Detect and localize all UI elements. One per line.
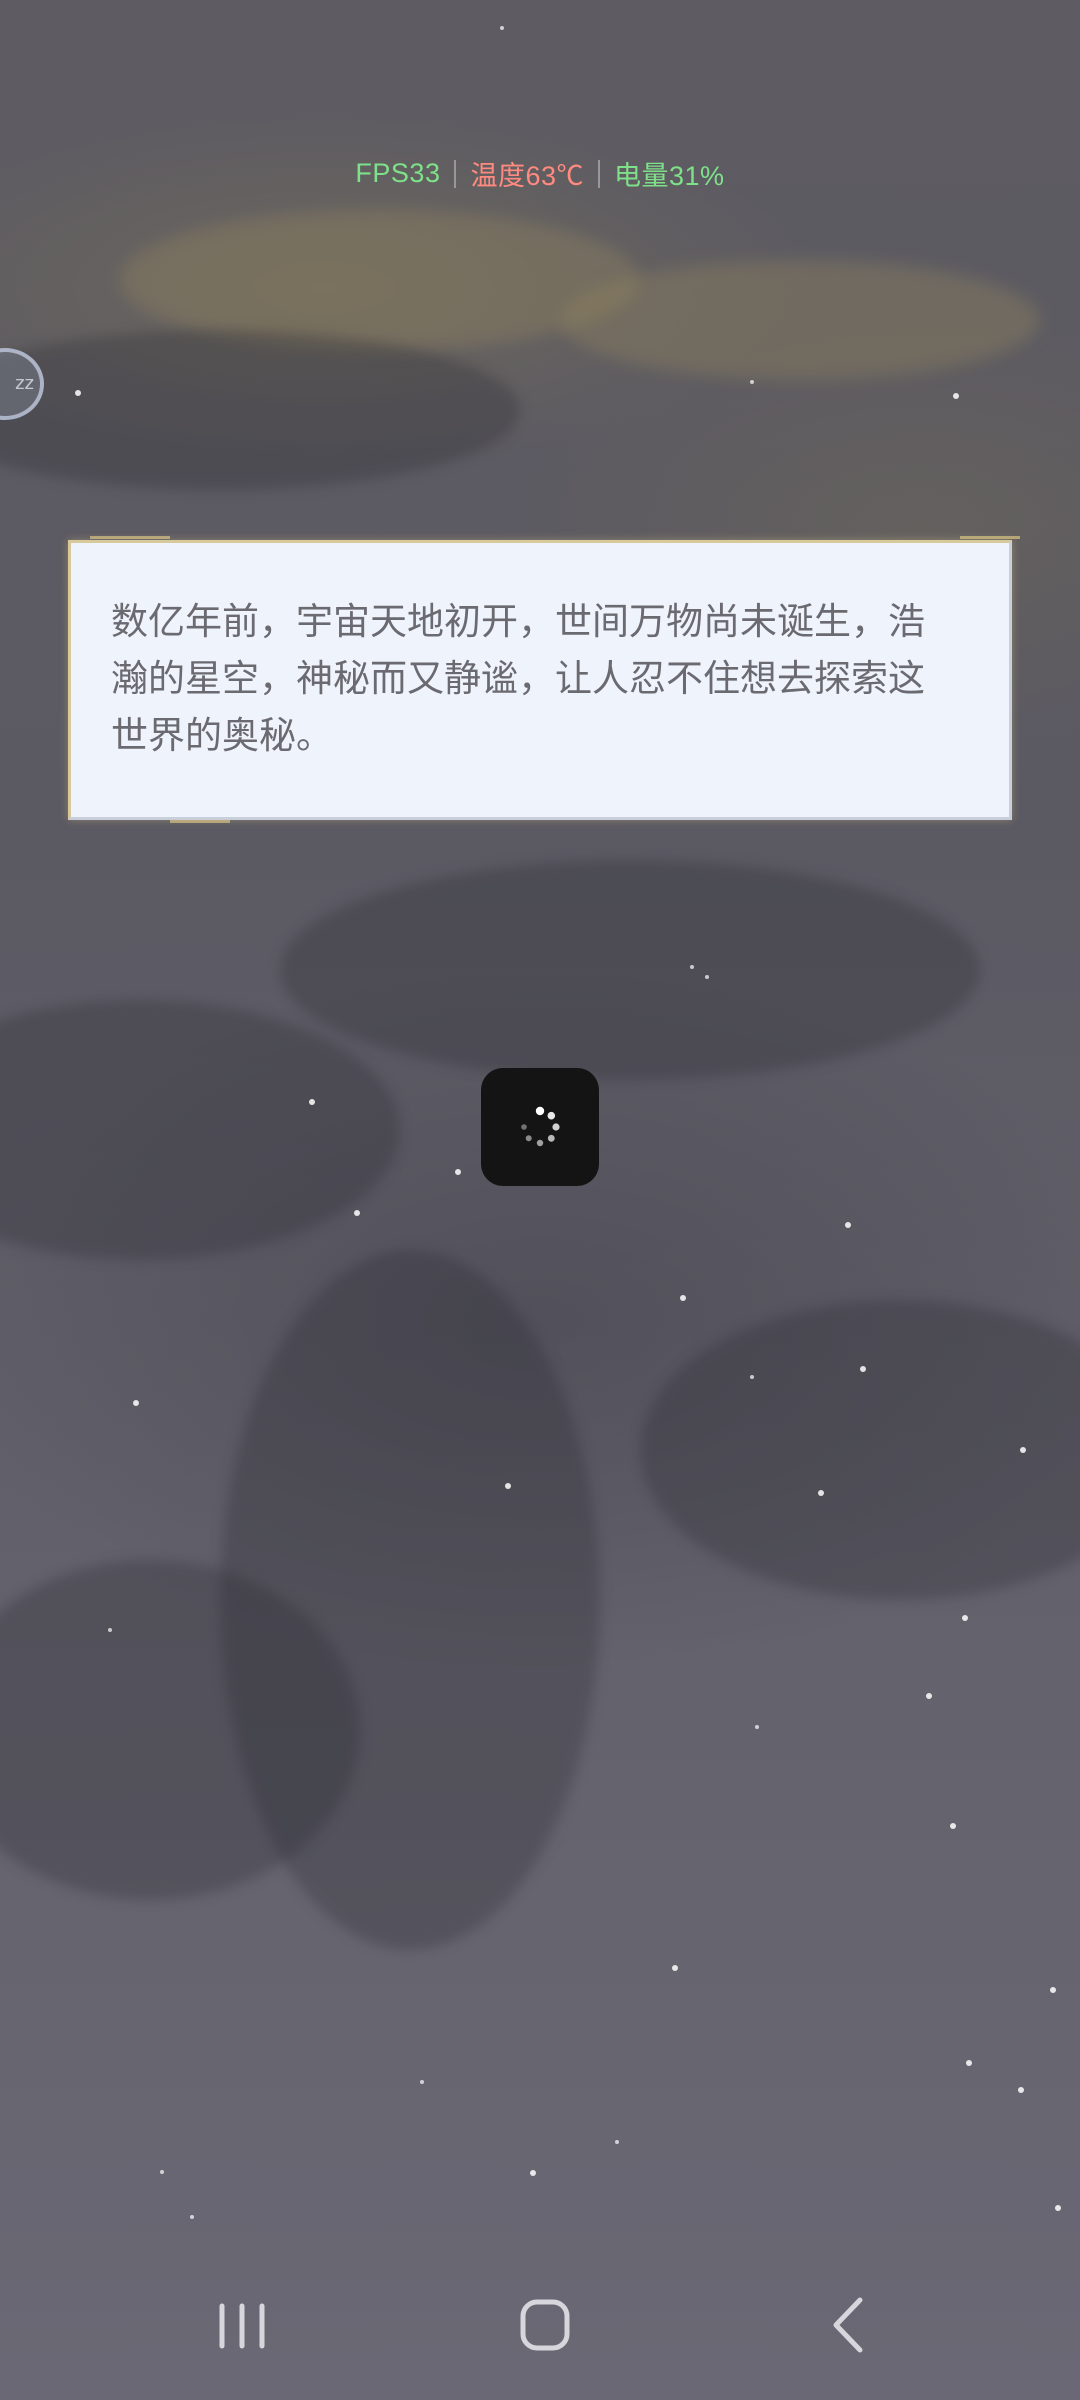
temperature-readout: 温度63℃ [470,161,585,191]
star [680,1295,686,1301]
star [190,2215,194,2219]
recents-icon [219,2303,265,2349]
spinner-icon [521,1106,560,1147]
background-swirl [280,860,980,1080]
background-swirl [0,330,520,490]
star [750,1375,754,1379]
card-decoration [90,536,170,539]
star [926,1693,932,1699]
star [690,965,694,969]
star [160,2170,164,2174]
fps-counter: FPS33 [355,158,441,188]
card-decoration [960,536,1020,539]
card-decoration [170,820,230,823]
star [818,1490,824,1496]
navigation-bar [0,2270,1080,2400]
star [505,1483,511,1489]
star [672,1965,678,1971]
star [75,390,81,396]
star [1018,2087,1024,2093]
star [750,380,754,384]
star [133,1400,139,1406]
star [860,1366,866,1372]
star [1020,1447,1026,1453]
home-icon [520,2299,570,2351]
floating-ball-label: zz [15,373,34,394]
star [953,393,959,399]
battery-readout: 电量31% [614,161,725,191]
back-icon [833,2297,863,2353]
star [755,1725,759,1729]
star [966,2060,972,2066]
home-button[interactable] [485,2286,605,2366]
star [705,975,709,979]
game-screen[interactable]: FPS33 温度63℃ 电量31% zz 数亿年前，宇宙天地初开，世间万物尚未诞生，… [0,0,1080,2400]
star [1055,2205,1061,2211]
background-swirl [560,260,1040,380]
star [309,1099,315,1105]
star [615,2140,619,2144]
story-text-card[interactable]: 数亿年前，宇宙天地初开，世间万物尚未诞生，浩瀚的星空，神秘而又静谧，让人忍不住想… [68,540,1012,820]
star [530,2170,536,2176]
background-swirl [640,1300,1080,1600]
star [420,2080,424,2084]
background-swirl [0,1000,400,1260]
story-text: 数亿年前，宇宙天地初开，世间万物尚未诞生，浩瀚的星空，神秘而又静谧，让人忍不住想… [111,600,925,757]
recents-button[interactable] [182,2286,302,2366]
back-button[interactable] [790,2286,910,2366]
loading-indicator [481,1068,599,1186]
performance-hud: FPS33 温度63℃ 电量31% [0,154,1080,193]
star [962,1615,968,1621]
hud-divider [598,159,601,188]
star [108,1628,112,1632]
star [1050,1987,1056,1993]
star [845,1222,851,1228]
hud-divider [454,159,457,188]
star [500,26,504,30]
star [455,1169,461,1175]
star [950,1823,956,1829]
star [354,1210,360,1216]
